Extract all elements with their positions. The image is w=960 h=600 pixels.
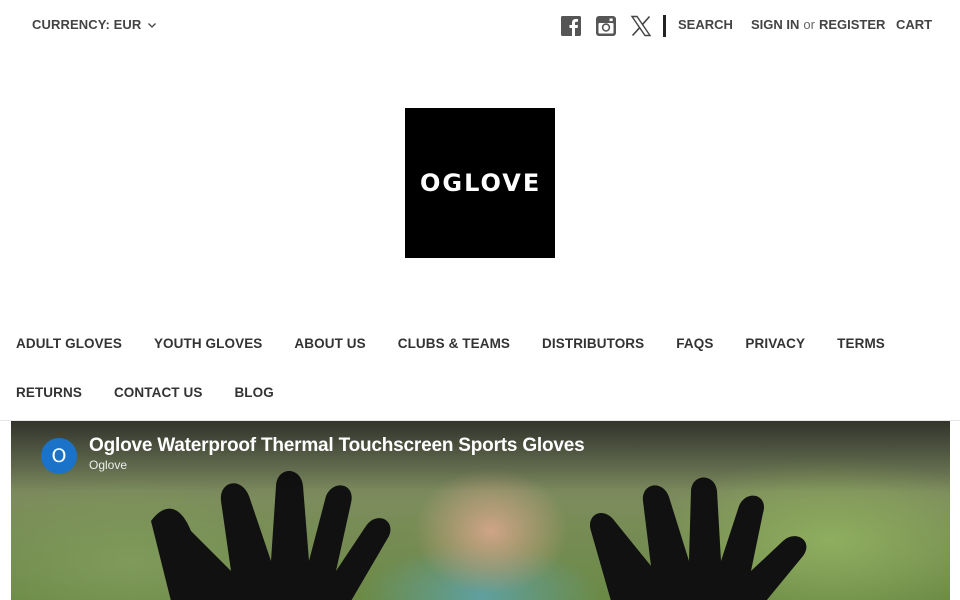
video-channel-name[interactable]: Oglove: [89, 458, 127, 472]
cart-link[interactable]: CART: [896, 17, 932, 32]
account-links: SIGN IN or REGISTER: [751, 17, 885, 32]
nav-row-1: ADULT GLOVES YOUTH GLOVES ABOUT US CLUBS…: [16, 336, 917, 351]
chevron-down-icon: [148, 22, 157, 28]
nav-terms[interactable]: TERMS: [837, 336, 885, 351]
oglove-logo-mark: OGLOVE: [420, 169, 540, 197]
logo-text: OGLOVE: [420, 169, 540, 197]
divider: [663, 15, 666, 37]
nav-row-2: RETURNS CONTACT US BLOG: [16, 385, 306, 400]
sign-in-link[interactable]: SIGN IN: [751, 17, 799, 32]
nav-distributors[interactable]: DISTRIBUTORS: [542, 336, 644, 351]
channel-avatar[interactable]: O: [41, 438, 77, 474]
nav-returns[interactable]: RETURNS: [16, 385, 82, 400]
nav-youth-gloves[interactable]: YOUTH GLOVES: [154, 336, 262, 351]
currency-selector[interactable]: CURRENCY: EUR: [32, 17, 157, 32]
nav-about-us[interactable]: ABOUT US: [294, 336, 365, 351]
currency-label: CURRENCY: EUR: [32, 17, 142, 32]
register-link[interactable]: REGISTER: [819, 17, 885, 32]
nav-privacy[interactable]: PRIVACY: [745, 336, 805, 351]
nav-blog[interactable]: BLOG: [234, 385, 273, 400]
instagram-icon[interactable]: [595, 15, 617, 37]
top-bar: CURRENCY: EUR SEARCH SIGN IN or REGISTER C…: [0, 0, 960, 50]
nav-contact-us[interactable]: CONTACT US: [114, 385, 203, 400]
video-title[interactable]: Oglove Waterproof Thermal Touchscreen Sp…: [89, 435, 585, 457]
social-links: [560, 15, 666, 37]
search-link[interactable]: SEARCH: [678, 17, 733, 32]
nav-faqs[interactable]: FAQS: [676, 336, 713, 351]
site-logo[interactable]: OGLOVE: [405, 108, 555, 258]
x-icon[interactable]: [630, 15, 652, 37]
or-text: or: [803, 17, 815, 32]
video-player[interactable]: O Oglove Waterproof Thermal Touchscreen …: [11, 421, 950, 600]
facebook-icon[interactable]: [560, 15, 582, 37]
nav-clubs-teams[interactable]: CLUBS & TEAMS: [398, 336, 510, 351]
nav-adult-gloves[interactable]: ADULT GLOVES: [16, 336, 122, 351]
